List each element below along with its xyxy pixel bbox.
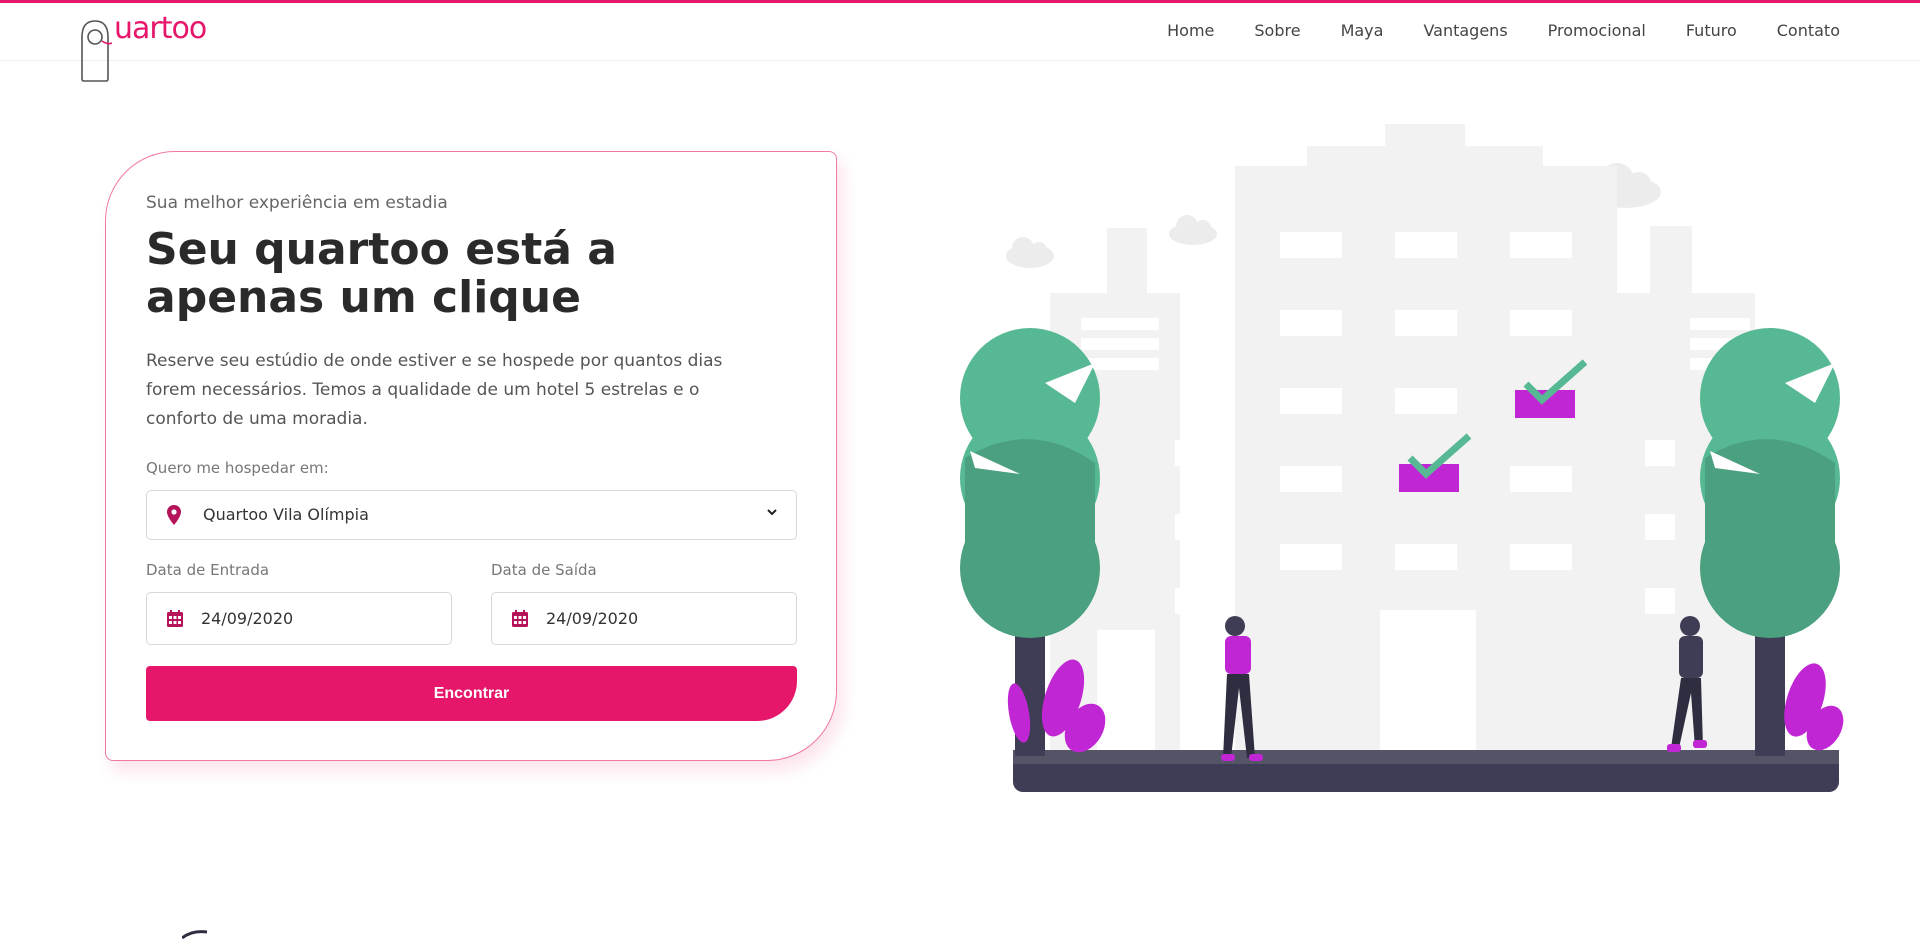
checkin-label: Data de Entrada	[146, 561, 270, 579]
checkout-label: Data de Saída	[491, 561, 597, 579]
location-label: Quero me hospedar em:	[146, 459, 329, 477]
checkout-date-field[interactable]: 24/09/2020	[491, 592, 797, 645]
search-button[interactable]: Encontrar	[146, 666, 797, 721]
brand-logo[interactable]: uartoo	[78, 11, 218, 85]
door-hanger-icon	[81, 20, 112, 82]
next-section-icon	[182, 930, 208, 940]
calendar-icon	[167, 610, 183, 627]
nav-item-home[interactable]: Home	[1147, 17, 1234, 44]
location-value: Quartoo Vila Olímpia	[203, 505, 369, 524]
nav-item-vantagens[interactable]: Vantagens	[1403, 17, 1527, 44]
plant-icon	[1784, 663, 1844, 751]
hero-subtitle: Sua melhor experiência em estadia	[146, 193, 448, 213]
main-nav: Home Sobre Maya Vantagens Promocional Fu…	[1147, 17, 1840, 44]
hero-title: Seu quartoo está a apenas um clique	[146, 224, 617, 323]
site-header: uartoo Home Sobre Maya Vantagens Promoci…	[0, 3, 1920, 82]
nav-item-maya[interactable]: Maya	[1321, 17, 1404, 44]
checkin-date-value: 24/09/2020	[201, 609, 294, 628]
hero-description: Reserve seu estúdio de onde estiver e se…	[146, 351, 723, 429]
calendar-icon	[512, 610, 528, 627]
location-select[interactable]: Quartoo Vila Olímpia	[146, 490, 797, 540]
nav-item-futuro[interactable]: Futuro	[1666, 17, 1757, 44]
checkout-date-value: 24/09/2020	[546, 609, 639, 628]
brand-wordmark: uartoo	[114, 11, 207, 46]
nav-item-promocional[interactable]: Promocional	[1528, 17, 1666, 44]
nav-item-sobre[interactable]: Sobre	[1234, 17, 1320, 44]
hotel-illustration	[960, 124, 1844, 792]
booking-card: Sua melhor experiência em estadia Seu qu…	[105, 151, 837, 761]
chevron-down-icon	[767, 509, 777, 516]
map-pin-icon	[167, 505, 181, 525]
nav-item-contato[interactable]: Contato	[1757, 17, 1840, 44]
checkin-date-field[interactable]: 24/09/2020	[146, 592, 452, 645]
